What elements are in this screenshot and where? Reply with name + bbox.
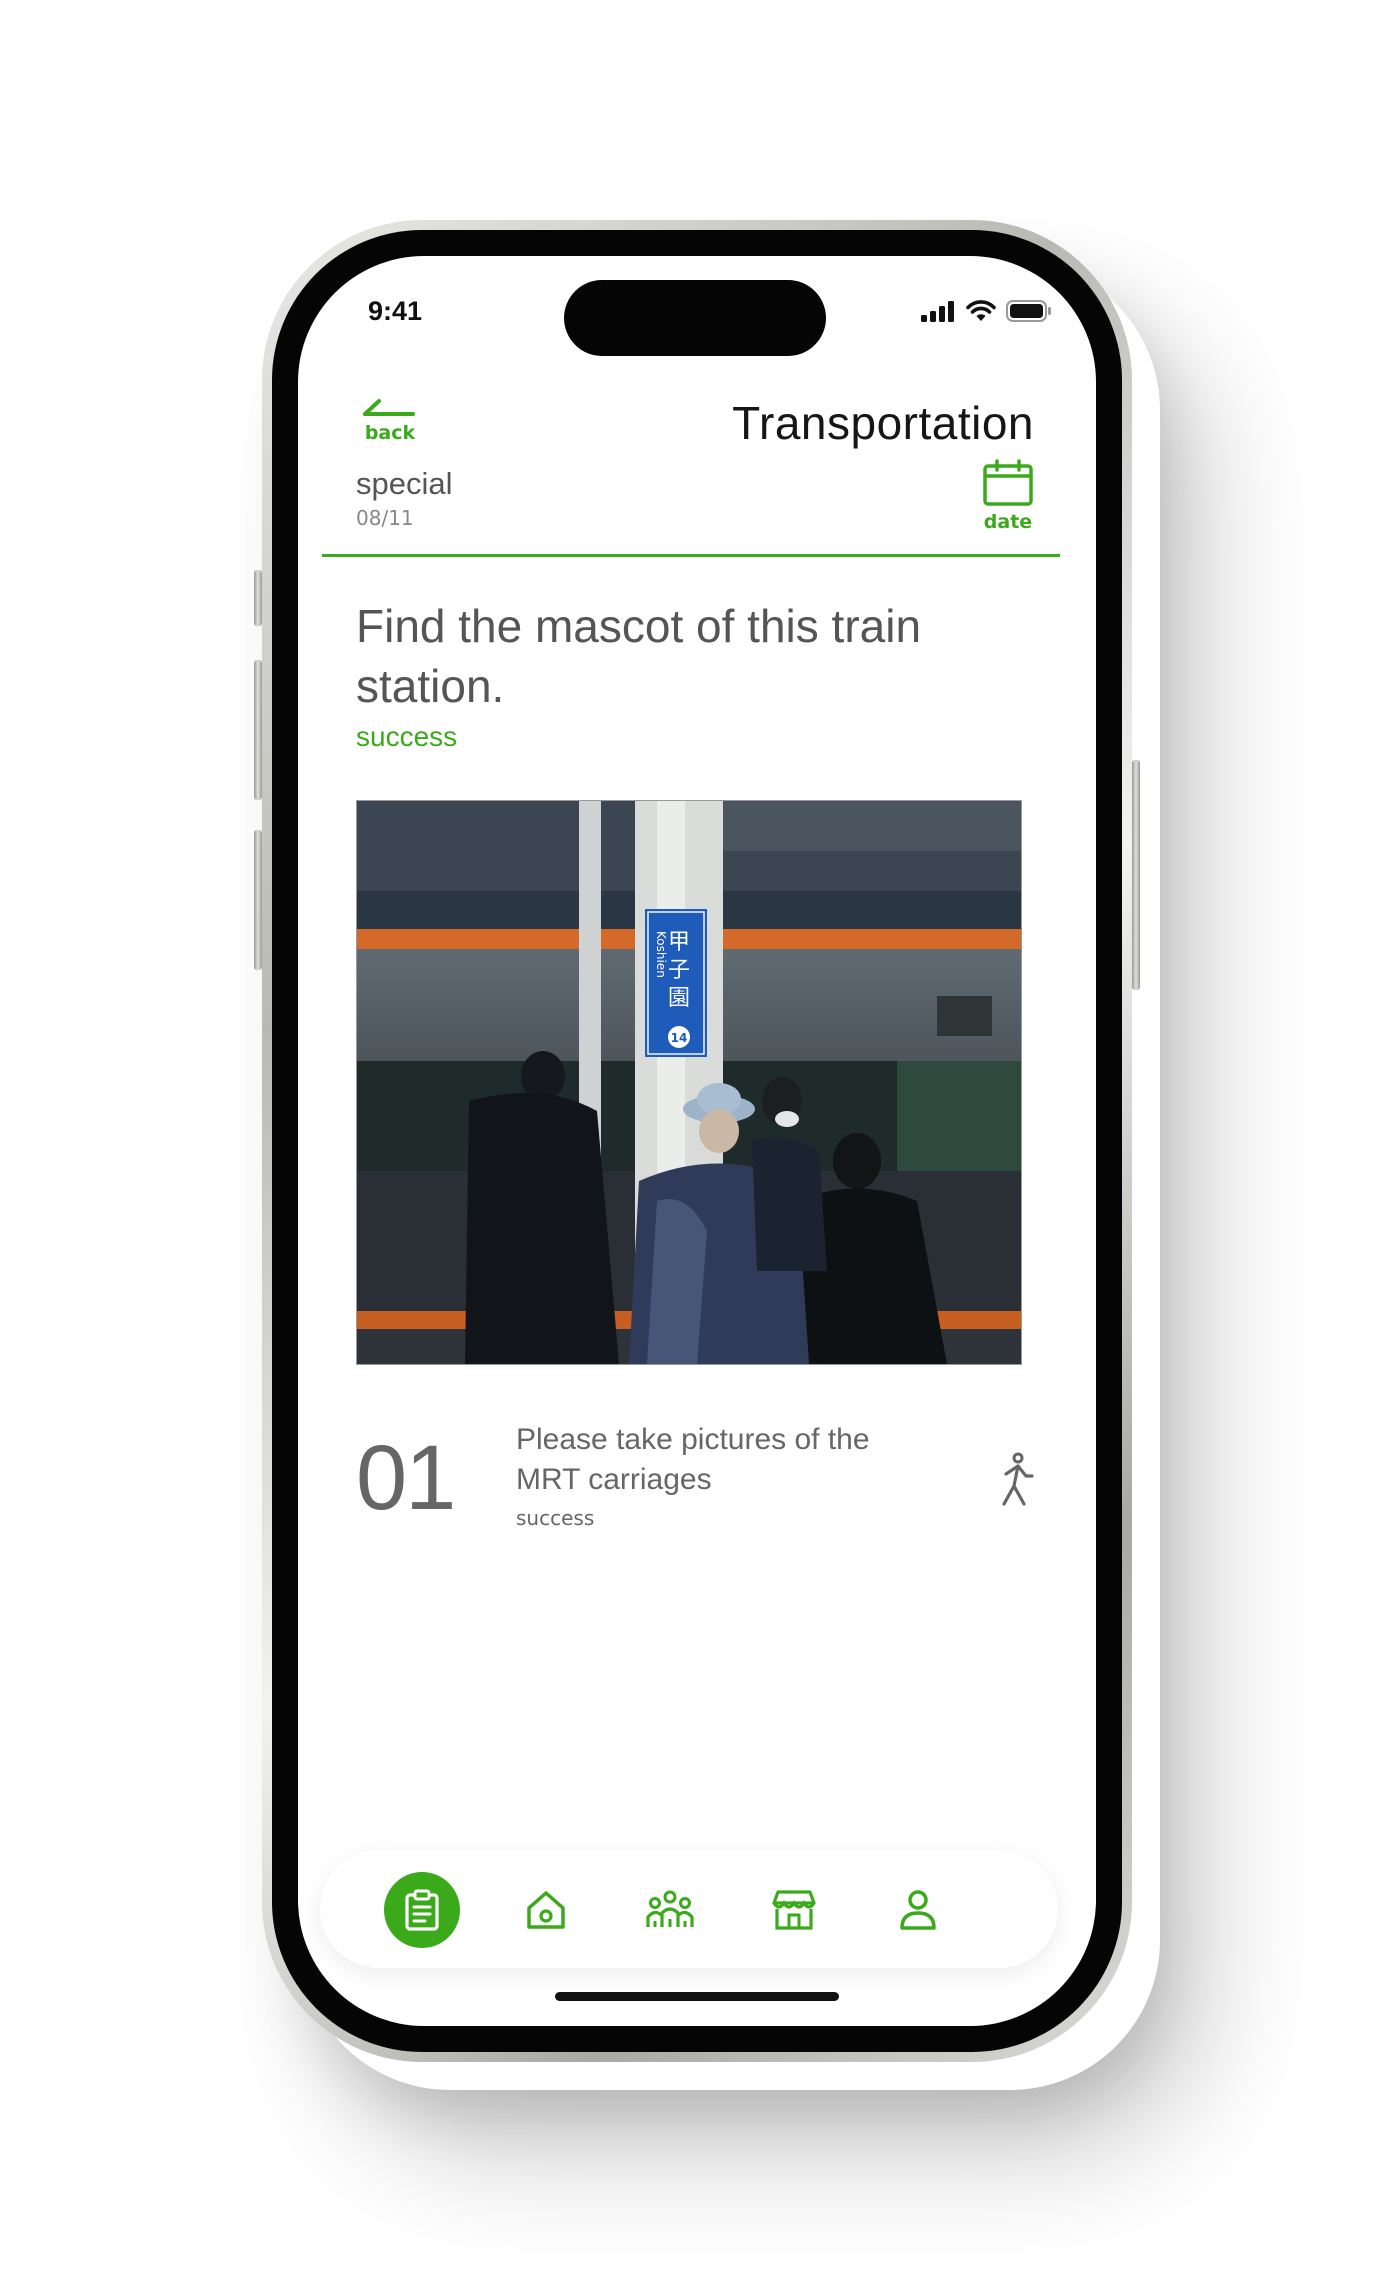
nav-store[interactable] [756, 1872, 832, 1948]
svg-text:園: 園 [668, 986, 690, 1011]
nav-profile[interactable] [880, 1872, 956, 1948]
volume-down-button [254, 830, 262, 970]
nav-community[interactable] [632, 1872, 708, 1948]
bottom-nav [320, 1850, 1058, 1968]
volume-up-button [254, 660, 262, 800]
back-arrow-icon [363, 399, 415, 416]
power-button [1132, 760, 1140, 990]
status-time: 9:41 [368, 296, 423, 326]
mission-status: success [516, 1506, 595, 1530]
mission-number: 01 [356, 1427, 456, 1529]
station-sign-number: 14 [671, 1031, 688, 1045]
category-label: special [356, 466, 453, 501]
mission-text: Please take pictures of the MRT carriage… [516, 1423, 870, 1496]
date-button[interactable]: date [978, 459, 1038, 533]
store-icon [772, 1890, 816, 1930]
nav-home[interactable] [508, 1872, 584, 1948]
back-button[interactable]: back [360, 396, 420, 444]
station-sign-kanji: 甲 [668, 930, 690, 955]
page-title: Transportation [732, 397, 1034, 449]
category-date: 08/11 [356, 506, 414, 530]
task-status: success [356, 721, 458, 752]
cellular-signal-icon [921, 301, 954, 322]
screen: 9:41 back Transportation special 08/11 d… [298, 256, 1096, 2026]
walking-person-icon [1002, 1452, 1034, 1506]
header-divider [322, 554, 1060, 557]
station-photo: 甲 子 園 Koshien 14 [357, 801, 1021, 1364]
calendar-icon [983, 459, 1033, 506]
group-icon [646, 1890, 694, 1927]
svg-text:子: 子 [668, 958, 690, 983]
back-label: back [364, 422, 416, 444]
station-sign-romaji: Koshien [654, 931, 668, 978]
clipboard-icon [405, 1889, 439, 1931]
status-icons [920, 300, 1052, 322]
person-icon [900, 1890, 936, 1930]
task-title: Find the mascot of this train station. [356, 600, 922, 712]
home-indicator[interactable] [555, 1992, 839, 2001]
task-photo[interactable]: 甲 子 園 Koshien 14 [356, 800, 1022, 1365]
mission-item[interactable]: 01 Please take pictures of the MRT carri… [356, 1423, 1036, 1546]
battery-icon [1006, 300, 1051, 322]
home-icon [527, 1891, 565, 1929]
dynamic-island [564, 280, 826, 356]
nav-tasks[interactable] [384, 1872, 460, 1948]
silent-switch [254, 570, 262, 626]
wifi-icon [966, 300, 996, 321]
date-label: date [983, 511, 1033, 533]
